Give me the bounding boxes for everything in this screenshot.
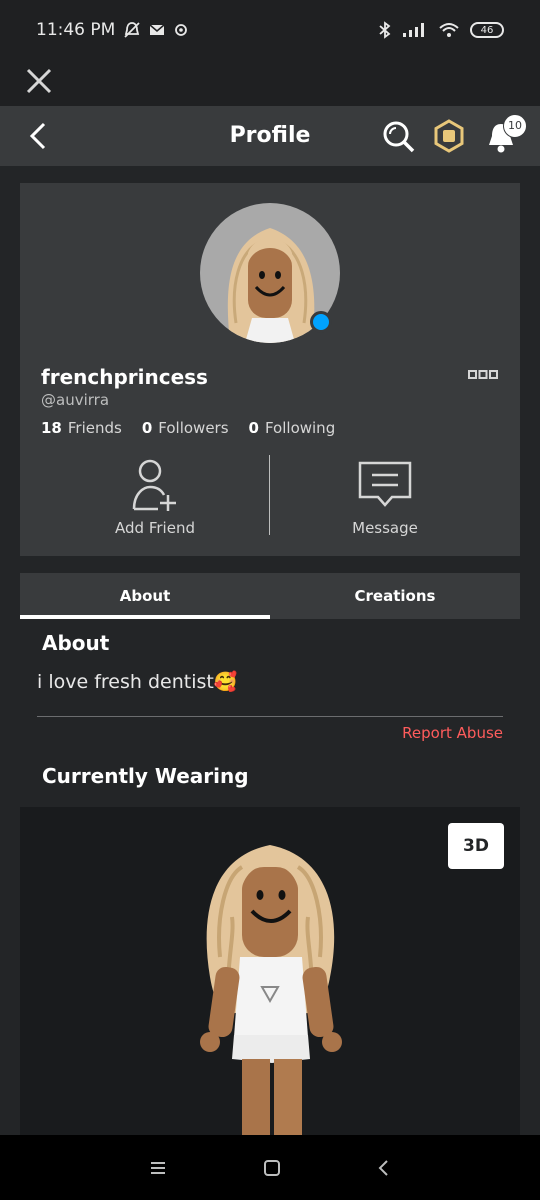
friends-count: 18 — [41, 419, 62, 437]
following-count: 0 — [248, 419, 259, 437]
about-heading: About — [42, 631, 110, 655]
notification-badge: 10 — [503, 114, 527, 138]
friends-stat[interactable]: 18 Friends — [41, 419, 122, 437]
recent-apps-icon[interactable] — [148, 1160, 168, 1176]
status-time: 11:46 PM — [36, 20, 116, 40]
profile-tabs: About Creations — [20, 573, 520, 619]
about-divider — [37, 716, 503, 717]
add-friend-icon — [132, 459, 176, 511]
profile-header: Profile — [0, 106, 540, 166]
username: @auvirra — [41, 391, 110, 409]
bio-text: i love fresh dentist🥰 — [37, 671, 238, 693]
system-navigation-bar — [0, 1135, 540, 1200]
more-options-icon[interactable] — [468, 369, 498, 381]
search-icon[interactable] — [382, 120, 416, 154]
online-status-indicator — [310, 311, 332, 333]
system-back-icon[interactable] — [376, 1159, 392, 1177]
followers-stat[interactable]: 0 Followers — [142, 419, 229, 437]
close-icon[interactable] — [22, 64, 56, 98]
display-name: frenchprincess — [41, 365, 208, 389]
profile-card: frenchprincess @auvirra 18 Friends 0 Follo… — [20, 183, 520, 556]
following-label: Following — [264, 419, 336, 437]
status-bar: 11:46 PM 46 — [0, 0, 540, 60]
avatar-preview-panel[interactable]: 3D — [20, 807, 520, 1137]
bluetooth-icon — [379, 21, 391, 39]
wifi-icon — [439, 23, 459, 37]
tab-creations[interactable]: Creations — [270, 573, 520, 619]
home-icon[interactable] — [263, 1159, 281, 1177]
robux-icon[interactable] — [432, 119, 466, 153]
mute-icon — [124, 22, 140, 38]
profile-stats: 18 Friends 0 Followers 0 Following — [41, 419, 335, 437]
friends-label: Friends — [67, 419, 122, 437]
add-friend-label: Add Friend — [115, 519, 195, 537]
signal-icon — [403, 23, 424, 37]
message-button[interactable]: Message — [270, 459, 500, 537]
tab-about[interactable]: About — [20, 573, 270, 619]
back-arrow-icon[interactable] — [24, 120, 56, 152]
following-stat[interactable]: 0 Following — [249, 419, 336, 437]
battery-icon: 46 — [470, 22, 504, 38]
followers-label: Followers — [158, 419, 229, 437]
mail-icon — [149, 24, 165, 35]
message-icon — [358, 461, 412, 507]
followers-count: 0 — [141, 419, 153, 437]
webview-close-bar — [0, 60, 540, 106]
avatar-full-body-image — [200, 845, 342, 1137]
currently-wearing-heading: Currently Wearing — [42, 764, 249, 788]
add-friend-button[interactable]: Add Friend — [40, 459, 270, 537]
app-icon — [175, 24, 188, 36]
message-label: Message — [352, 519, 418, 537]
battery-level: 46 — [480, 24, 494, 36]
view-3d-button[interactable]: 3D — [448, 823, 504, 869]
report-abuse-link[interactable]: Report Abuse — [402, 724, 503, 742]
